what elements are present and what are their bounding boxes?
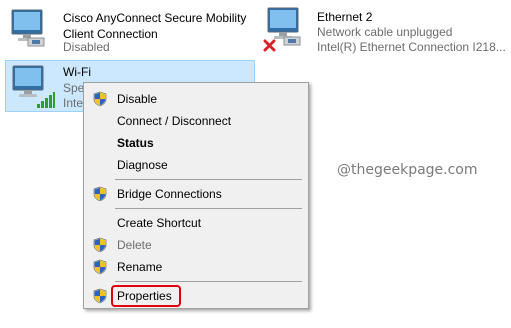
uac-shield-icon bbox=[93, 259, 107, 275]
watermark: @thegeekpage.com bbox=[337, 162, 478, 178]
adapter-status: Disabled bbox=[63, 40, 110, 54]
uac-shield-icon bbox=[93, 237, 107, 253]
menu-item-diagnose[interactable]: Diagnose bbox=[84, 154, 308, 176]
menu-separator bbox=[115, 208, 302, 209]
uac-shield-icon bbox=[93, 288, 107, 304]
adapter-cisco-anyconnect[interactable]: Cisco AnyConnect Secure Mobility Client … bbox=[6, 4, 256, 60]
adapter-status: Spe bbox=[63, 81, 85, 95]
uac-shield-icon bbox=[93, 186, 107, 202]
adapter-name: Cisco AnyConnect Secure Mobility Client … bbox=[63, 11, 247, 41]
network-adapter-icon bbox=[11, 9, 45, 47]
menu-item-status[interactable]: Status bbox=[84, 132, 308, 154]
menu-separator bbox=[115, 281, 302, 282]
uac-shield-icon bbox=[93, 91, 107, 107]
menu-item-disable[interactable]: Disable bbox=[84, 88, 308, 110]
menu-item-properties[interactable]: Properties bbox=[84, 285, 308, 307]
menu-item-bridge-connections[interactable]: Bridge Connections bbox=[84, 183, 308, 205]
adapter-name: Wi-Fi bbox=[63, 65, 91, 79]
adapter-device: Intel(R) Ethernet Connection I218... bbox=[317, 40, 506, 54]
menu-separator bbox=[115, 179, 302, 180]
adapter-name: Ethernet 2 bbox=[317, 10, 373, 24]
wifi-signal-adapter-icon bbox=[12, 65, 55, 108]
menu-item-delete[interactable]: Delete bbox=[84, 234, 308, 256]
menu-item-connect-disconnect[interactable]: Connect / Disconnect bbox=[84, 110, 308, 132]
context-menu: Disable Connect / Disconnect Status Diag… bbox=[83, 82, 309, 309]
network-adapter-disconnected-icon bbox=[263, 7, 301, 52]
adapter-ethernet-2[interactable]: Ethernet 2 Network cable unplugged Intel… bbox=[262, 4, 511, 60]
menu-item-create-shortcut[interactable]: Create Shortcut bbox=[84, 212, 308, 234]
adapter-device: Inte bbox=[63, 96, 84, 110]
red-x-icon bbox=[263, 39, 276, 52]
adapter-status: Network cable unplugged bbox=[317, 25, 453, 39]
menu-item-rename[interactable]: Rename bbox=[84, 256, 308, 278]
